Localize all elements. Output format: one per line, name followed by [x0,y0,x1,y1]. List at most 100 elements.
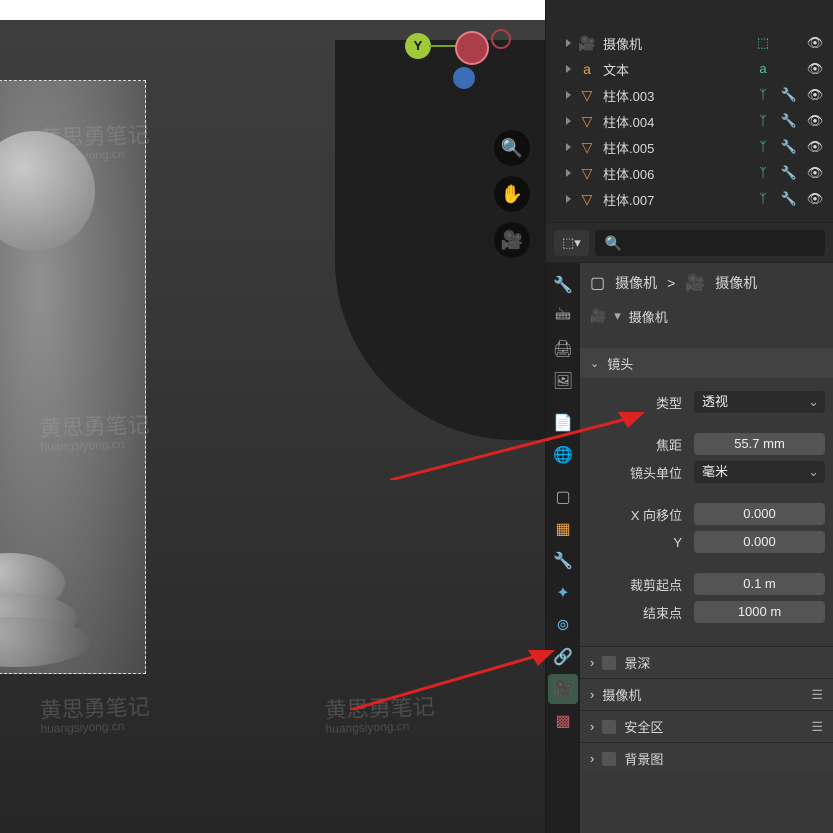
clipend-value[interactable]: 1000 m [694,601,825,623]
outliner-item[interactable]: 🎥 摄像机 ⬚ 👁 [546,30,833,56]
axis-gizmo[interactable]: Y [405,25,515,85]
tab-scene-icon[interactable]: 📄 [548,408,578,438]
chevron-right-icon: › [590,655,594,670]
eye-icon[interactable]: 👁 [805,35,825,51]
eye-icon[interactable]: 👁 [805,87,825,103]
dof-checkbox[interactable] [602,656,616,670]
expand-icon[interactable] [566,65,571,73]
bg-checkbox[interactable] [602,752,616,766]
tab-physics-icon[interactable]: ⊚ [548,610,578,640]
outliner-item[interactable]: ▽ 柱体.007 ᛉ 🔧 👁 [546,186,833,212]
focal-value[interactable]: 55.7 mm [694,433,825,455]
expand-icon[interactable] [566,91,571,99]
tab-viewlayer-icon[interactable]: 🖼 [548,366,578,396]
wrench-icon[interactable]: 🔧 [779,139,799,155]
expand-icon[interactable] [566,39,571,47]
expand-icon[interactable] [566,195,571,203]
wrench-icon[interactable]: 🔧 [779,191,799,207]
camera-view-icon[interactable]: 🎥 [494,222,530,258]
safe-checkbox[interactable] [602,720,616,734]
outliner-item[interactable]: ▽ 柱体.005 ᛉ 🔧 👁 [546,134,833,160]
chevron-right-icon: › [590,751,594,766]
tab-output-icon[interactable]: 🖨 [548,334,578,364]
list-icon[interactable]: ☰ [811,687,823,703]
properties-header: ⬚▾ [545,222,833,262]
outliner-item[interactable]: ▽ 柱体.003 ᛉ 🔧 👁 [546,82,833,108]
wrench-icon[interactable]: 🔧 [779,165,799,181]
unit-select[interactable]: 毫米 [694,461,825,483]
axis-gizmo-center[interactable] [455,31,489,65]
camera-data-icon: 🎥 [685,273,705,293]
cam-icon: 🎥 [579,35,595,51]
list-icon[interactable]: ☰ [811,719,823,735]
wrench-icon[interactable] [779,35,799,51]
outliner-item[interactable]: ▽ 柱体.004 ᛉ 🔧 👁 [546,108,833,134]
expand-icon[interactable] [566,117,571,125]
tab-render-icon[interactable]: 🖮 [548,302,578,332]
text-icon: a [579,61,595,77]
expand-icon[interactable] [566,143,571,151]
mesh-icon: ▽ [579,139,595,155]
axis-y[interactable]: Y [405,33,431,59]
clipstart-label: 裁剪起点 [588,575,688,594]
focal-label: 焦距 [588,435,688,454]
tab-object-icon[interactable]: ▦ [548,514,578,544]
tab-modifier-icon[interactable]: 🔧 [548,546,578,576]
axis-z[interactable] [453,67,475,89]
data-icon[interactable]: ⬚ [753,35,773,51]
watermark: 黄思勇笔记huangsiyong.cn [39,695,150,736]
viewport-3d[interactable]: 黄思勇笔记huangsiyong.cn 黄思勇笔记huangsiyong.cn … [0,20,545,833]
data-icon[interactable]: ᛉ [753,139,773,155]
dof-section[interactable]: › 景深 [580,646,833,678]
item-label: 柱体.006 [603,164,654,183]
lens-panel-header[interactable]: ⌄ 镜头 [580,348,833,378]
safe-label: 安全区 [624,717,663,736]
breadcrumb-object[interactable]: 摄像机 [615,273,657,293]
tab-constraints-icon[interactable]: 🔗 [548,642,578,672]
eye-icon[interactable]: 👁 [805,139,825,155]
datablock-row[interactable]: 🎥 ▾ 摄像机 [580,302,833,330]
eye-icon[interactable]: 👁 [805,191,825,207]
clipstart-value[interactable]: 0.1 m [694,573,825,595]
outliner-item[interactable]: ▽ 柱体.006 ᛉ 🔧 👁 [546,160,833,186]
data-icon[interactable]: a [753,61,773,77]
mesh-icon: ▽ [579,165,595,181]
unit-label: 镜头单位 [588,463,688,482]
datablock-name[interactable]: 摄像机 [629,307,668,326]
shiftx-value[interactable]: 0.000 [694,503,825,525]
tab-texture-icon[interactable]: ▩ [548,706,578,736]
tab-collection-icon[interactable]: ▢ [548,482,578,512]
type-label: 类型 [588,393,688,412]
wrench-icon[interactable]: 🔧 [779,87,799,103]
eye-icon[interactable]: 👁 [805,165,825,181]
data-icon[interactable]: ᛉ [753,165,773,181]
tab-camera-data-icon[interactable]: 🎥 [548,674,578,704]
search-input[interactable] [595,230,825,256]
axis-neg[interactable] [491,29,511,49]
expand-icon[interactable] [566,169,571,177]
data-icon[interactable]: ᛉ [753,87,773,103]
tab-particle-icon[interactable]: ✦ [548,578,578,608]
viewport-tools: 🔍 ✋ 🎥 [494,130,530,258]
mesh-icon: ▽ [579,191,595,207]
breadcrumb-data[interactable]: 摄像机 [715,273,757,293]
type-select[interactable]: 透视 [694,391,825,413]
shifty-value[interactable]: 0.000 [694,531,825,553]
outliner: 🎥 摄像机 ⬚ 👁 a 文本 a 👁 ▽ 柱体.003 ᛉ 🔧 👁 ▽ 柱体.0… [545,0,833,222]
tab-world-icon[interactable]: 🌐 [548,440,578,470]
data-icon[interactable]: ᛉ [753,191,773,207]
eye-icon[interactable]: 👁 [805,113,825,129]
wrench-icon[interactable]: 🔧 [779,113,799,129]
editor-type-icon[interactable]: ⬚▾ [554,230,589,256]
tab-tool-icon[interactable]: 🔧 [548,270,578,300]
zoom-icon[interactable]: 🔍 [494,130,530,166]
wrench-icon[interactable] [779,61,799,77]
data-icon[interactable]: ᛉ [753,113,773,129]
camera-section[interactable]: › 摄像机 ☰ [580,678,833,710]
eye-icon[interactable]: 👁 [805,61,825,77]
pan-icon[interactable]: ✋ [494,176,530,212]
bg-section[interactable]: › 背景图 [580,742,833,774]
outliner-item[interactable]: a 文本 a 👁 [546,56,833,82]
safe-section[interactable]: › 安全区 ☰ [580,710,833,742]
item-label: 摄像机 [603,34,642,53]
